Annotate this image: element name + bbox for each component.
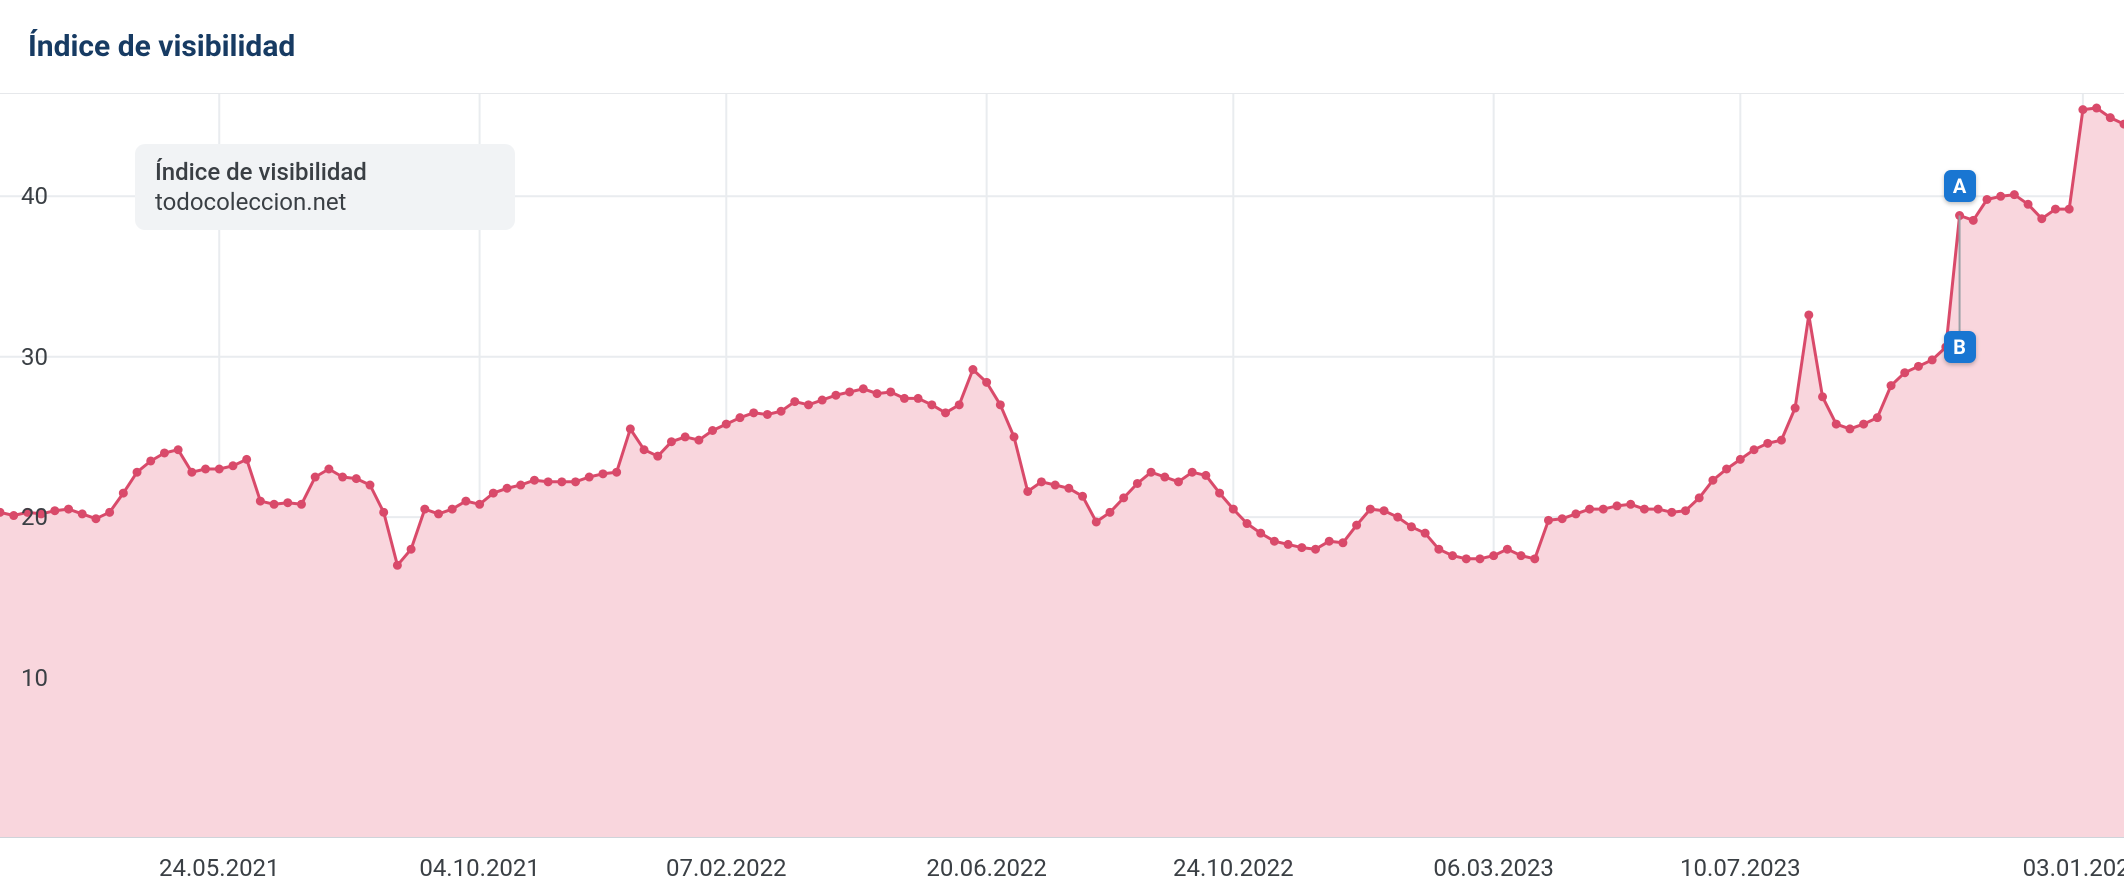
chart-legend: Índice de visibilidad todocoleccion.net [135, 144, 515, 230]
chart-area[interactable]: Índice de visibilidad todocoleccion.net … [0, 94, 2124, 896]
chart-header: Índice de visibilidad [0, 0, 2124, 94]
y-tick-label: 10 [8, 664, 48, 692]
x-tick-label: 20.06.2022 [926, 854, 1047, 882]
marker-a-badge[interactable]: A [1944, 170, 1976, 202]
legend-subtitle: todocoleccion.net [155, 188, 495, 216]
x-tick-label: 24.10.2022 [1173, 854, 1294, 882]
y-tick-label: 20 [8, 503, 48, 531]
x-tick-label: 24.05.2021 [159, 854, 280, 882]
x-tick-label: 07.02.2022 [666, 854, 787, 882]
y-tick-label: 40 [8, 182, 48, 210]
x-tick-label: 06.03.2023 [1433, 854, 1554, 882]
x-axis-labels: 24.05.2021 04.10.2021 07.02.2022 20.06.2022… [0, 838, 2124, 896]
x-tick-label: 03.01.2024 [2023, 854, 2124, 882]
y-tick-label: 30 [8, 343, 48, 371]
x-tick-label: 04.10.2021 [419, 854, 540, 882]
page-title: Índice de visibilidad [28, 29, 295, 64]
x-tick-label: 10.07.2023 [1680, 854, 1801, 882]
legend-title: Índice de visibilidad [155, 158, 495, 186]
marker-b-badge[interactable]: B [1944, 331, 1976, 363]
x-axis: 24.05.2021 04.10.2021 07.02.2022 20.06.2022… [0, 837, 2124, 896]
